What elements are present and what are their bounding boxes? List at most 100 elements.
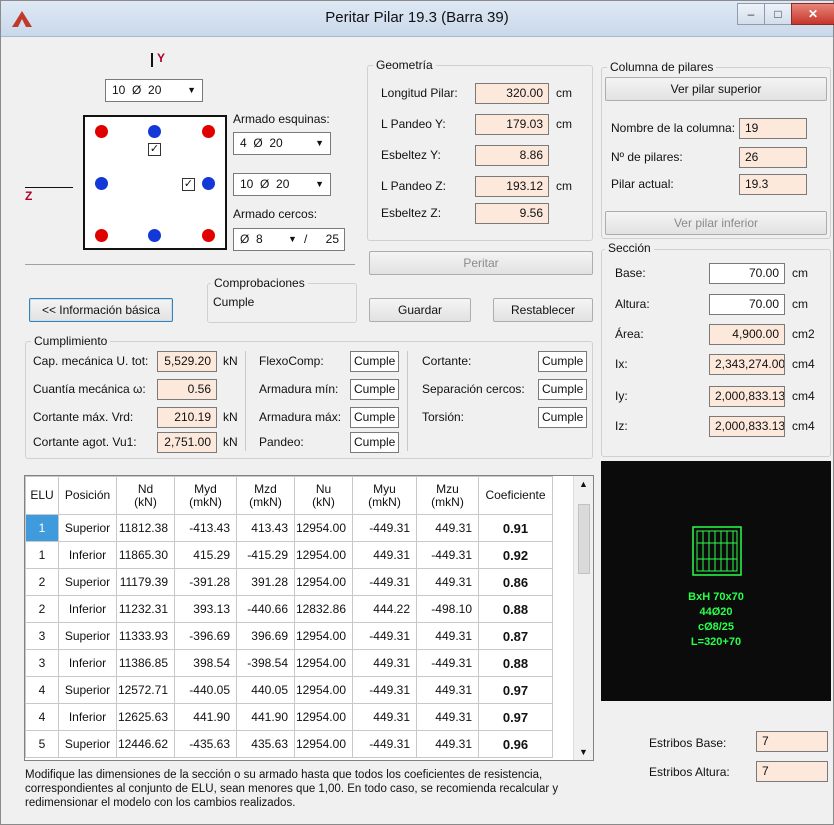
cell-mzd[interactable]: -415.29: [236, 541, 295, 569]
scrollbar-thumb[interactable]: [578, 504, 590, 574]
cell-myd[interactable]: -391.28: [174, 568, 237, 596]
peritar-button[interactable]: Peritar: [369, 251, 593, 275]
cell-myd[interactable]: -413.43: [174, 514, 237, 542]
lateral-side-checkbox[interactable]: ✓: [182, 178, 195, 191]
table-row[interactable]: 1 Superior 11812.38 -413.43 413.43 12954.00 -4…: [25, 514, 553, 542]
cell-nu[interactable]: 12954.00: [294, 622, 353, 650]
cell-posicion[interactable]: Superior: [58, 676, 117, 704]
cell-nd[interactable]: 11865.30: [116, 541, 175, 569]
cell-mzu[interactable]: 449.31: [416, 730, 479, 758]
cell-myu[interactable]: 449.31: [352, 649, 417, 677]
cell-elu[interactable]: 2: [25, 568, 59, 596]
corner-bars-combo[interactable]: 4 Ø 20 ▼: [233, 132, 331, 155]
cell-myd[interactable]: -396.69: [174, 622, 237, 650]
cell-posicion[interactable]: Inferior: [58, 649, 117, 677]
cell-myu[interactable]: 449.31: [352, 703, 417, 731]
cell-nu[interactable]: 12954.00: [294, 703, 353, 731]
cell-nd[interactable]: 11386.85: [116, 649, 175, 677]
table-row[interactable]: 1 Inferior 11865.30 415.29 -415.29 12954.00 44…: [25, 541, 553, 569]
col-header-elu[interactable]: ELU: [25, 476, 59, 515]
altura-input[interactable]: 70.00: [709, 294, 785, 315]
table-row[interactable]: 4 Superior 12572.71 -440.05 440.05 12954.00 -4…: [25, 676, 553, 704]
cell-mzu[interactable]: 449.31: [416, 622, 479, 650]
cell-myu[interactable]: -449.31: [352, 514, 417, 542]
cell-myd[interactable]: 393.13: [174, 595, 237, 623]
table-row[interactable]: 3 Superior 11333.93 -396.69 396.69 12954.00 -4…: [25, 622, 553, 650]
cell-nu[interactable]: 12954.00: [294, 514, 353, 542]
col-header-mzd[interactable]: Mzd (mkN): [236, 476, 295, 515]
table-row[interactable]: 5 Superior 12446.62 -435.63 435.63 12954.00 -4…: [25, 730, 553, 758]
cell-myu[interactable]: -449.31: [352, 676, 417, 704]
cell-mzd[interactable]: 435.63: [236, 730, 295, 758]
cell-mzd[interactable]: 391.28: [236, 568, 295, 596]
cell-myd[interactable]: -435.63: [174, 730, 237, 758]
cell-myd[interactable]: 441.90: [174, 703, 237, 731]
informacion-basica-button[interactable]: << Información básica: [29, 298, 173, 322]
cell-myu[interactable]: -449.31: [352, 622, 417, 650]
cell-posicion[interactable]: Superior: [58, 514, 117, 542]
col-header-nu[interactable]: Nu (kN): [294, 476, 353, 515]
cell-coeficiente[interactable]: 0.88: [478, 595, 553, 623]
cell-mzd[interactable]: 440.05: [236, 676, 295, 704]
cell-coeficiente[interactable]: 0.92: [478, 541, 553, 569]
cell-nd[interactable]: 12625.63: [116, 703, 175, 731]
cell-mzu[interactable]: -449.31: [416, 649, 479, 677]
col-header-mzu[interactable]: Mzu (mkN): [416, 476, 479, 515]
cell-coeficiente[interactable]: 0.97: [478, 703, 553, 731]
cell-mzu[interactable]: -449.31: [416, 541, 479, 569]
cell-mzu[interactable]: 449.31: [416, 703, 479, 731]
cell-elu[interactable]: 2: [25, 595, 59, 623]
cell-coeficiente[interactable]: 0.91: [478, 514, 553, 542]
cell-myd[interactable]: -440.05: [174, 676, 237, 704]
cell-elu[interactable]: 5: [25, 730, 59, 758]
estribos-base-value[interactable]: 7: [756, 731, 828, 752]
cell-elu[interactable]: 4: [25, 676, 59, 704]
cell-nu[interactable]: 12954.00: [294, 730, 353, 758]
cell-posicion[interactable]: Inferior: [58, 595, 117, 623]
cell-nu[interactable]: 12832.86: [294, 595, 353, 623]
table-row[interactable]: 3 Inferior 11386.85 398.54 -398.54 12954.00 44…: [25, 649, 553, 677]
cell-myd[interactable]: 398.54: [174, 649, 237, 677]
minimize-button[interactable]: –: [737, 3, 765, 25]
cell-coeficiente[interactable]: 0.88: [478, 649, 553, 677]
cell-nd[interactable]: 11333.93: [116, 622, 175, 650]
estribos-altura-value[interactable]: 7: [756, 761, 828, 782]
cell-mzu[interactable]: 449.31: [416, 676, 479, 704]
scroll-up-icon[interactable]: ▲: [579, 479, 588, 489]
cell-mzd[interactable]: -398.54: [236, 649, 295, 677]
cell-mzd[interactable]: 396.69: [236, 622, 295, 650]
side-bars-combo[interactable]: 10 Ø 20 ▼: [233, 173, 331, 196]
col-header-myu[interactable]: Myu (mkN): [352, 476, 417, 515]
cell-elu[interactable]: 3: [25, 622, 59, 650]
ver-pilar-superior-button[interactable]: Ver pilar superior: [605, 77, 827, 101]
cell-posicion[interactable]: Inferior: [58, 541, 117, 569]
cell-mzu[interactable]: -498.10: [416, 595, 479, 623]
cell-nu[interactable]: 12954.00: [294, 649, 353, 677]
cell-posicion[interactable]: Inferior: [58, 703, 117, 731]
cell-mzd[interactable]: -440.66: [236, 595, 295, 623]
col-header-posicion[interactable]: Posición: [58, 476, 117, 515]
base-input[interactable]: 70.00: [709, 263, 785, 284]
table-scrollbar[interactable]: ▲ ▼: [573, 476, 593, 760]
cell-myu[interactable]: -449.31: [352, 730, 417, 758]
cell-elu[interactable]: 3: [25, 649, 59, 677]
col-header-myd[interactable]: Myd (mkN): [174, 476, 237, 515]
cell-nu[interactable]: 12954.00: [294, 676, 353, 704]
cell-coeficiente[interactable]: 0.87: [478, 622, 553, 650]
cell-mzu[interactable]: 449.31: [416, 514, 479, 542]
guardar-button[interactable]: Guardar: [369, 298, 471, 322]
cell-posicion[interactable]: Superior: [58, 568, 117, 596]
cell-myd[interactable]: 415.29: [174, 541, 237, 569]
cell-nu[interactable]: 12954.00: [294, 541, 353, 569]
cell-mzu[interactable]: 449.31: [416, 568, 479, 596]
cell-elu[interactable]: 1: [25, 514, 59, 542]
cell-nd[interactable]: 11232.31: [116, 595, 175, 623]
table-row[interactable]: 2 Inferior 11232.31 393.13 -440.66 12832.86 44…: [25, 595, 553, 623]
cell-nd[interactable]: 12446.62: [116, 730, 175, 758]
cell-coeficiente[interactable]: 0.86: [478, 568, 553, 596]
maximize-button[interactable]: □: [764, 3, 792, 25]
cell-coeficiente[interactable]: 0.97: [478, 676, 553, 704]
cell-coeficiente[interactable]: 0.96: [478, 730, 553, 758]
cell-elu[interactable]: 1: [25, 541, 59, 569]
cell-posicion[interactable]: Superior: [58, 730, 117, 758]
